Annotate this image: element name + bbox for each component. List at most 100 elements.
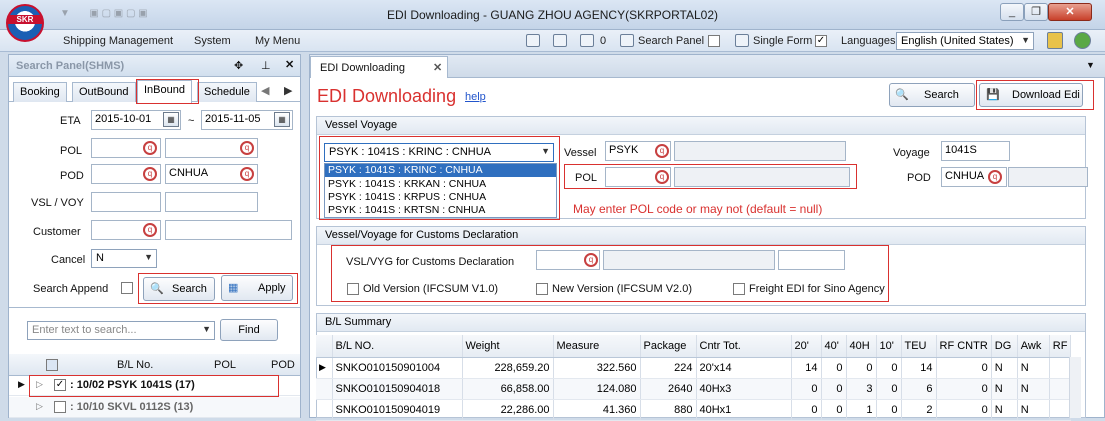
calendar-icon[interactable]: ▦ (274, 112, 290, 127)
search-icon[interactable]: q (655, 144, 669, 158)
table-cell: 224 (640, 357, 697, 379)
lock-icon[interactable] (1047, 32, 1063, 49)
find-button[interactable]: Find (220, 319, 278, 341)
table-cell: 3 (846, 378, 877, 400)
tab-inbound[interactable]: InBound (137, 80, 192, 103)
column-header[interactable]: Awk (1017, 335, 1050, 358)
menu-system[interactable]: System (194, 35, 231, 47)
single-form-checkbox[interactable]: ✓ (815, 35, 827, 47)
menu-my-menu[interactable]: My Menu (255, 35, 300, 47)
close-tab-icon[interactable]: ✕ (433, 61, 442, 74)
table-cell: 40Hx3 (696, 378, 792, 400)
column-header[interactable]: 40' (821, 335, 847, 358)
logo-text: SKR (8, 15, 42, 24)
download-edi-button[interactable]: 💾 Download Edi (979, 83, 1083, 107)
table-row[interactable]: SNKO010150904018 66,858.00 124.080 2640 40Hx… (316, 378, 1072, 400)
select-all-checkbox[interactable] (46, 359, 58, 371)
column-header[interactable]: RF (1049, 335, 1072, 358)
column-header[interactable]: DG (991, 335, 1018, 358)
mail-icon[interactable] (580, 34, 594, 47)
pin-icon[interactable]: ⊥ (261, 59, 271, 72)
new-version-checkbox[interactable] (536, 283, 548, 295)
expand-icon[interactable]: ▷ (36, 379, 43, 390)
tab-scroll-right-icon[interactable]: ▶ (284, 84, 292, 97)
search-panel-icon[interactable] (620, 34, 634, 47)
table-row[interactable]: ▷ : 10/10 SKVL 0112S (13) (9, 397, 300, 418)
left-search-button[interactable]: 🔍 Search (143, 277, 215, 301)
calendar-icon[interactable]: ▦ (163, 112, 179, 127)
search-icon[interactable]: q (988, 170, 1002, 184)
table-row[interactable]: ▶ SNKO010150901004 228,659.20 322.560 224 20'… (316, 357, 1072, 379)
customs-voy-input[interactable] (778, 250, 845, 270)
freight-edi-checkbox[interactable] (733, 283, 745, 295)
language-select[interactable]: English (United States) ▼ (896, 32, 1034, 50)
filter-input[interactable]: Enter text to search... ▼ (27, 321, 215, 340)
customer-name-input[interactable] (165, 220, 292, 240)
column-header[interactable]: RF CNTR (936, 335, 992, 358)
column-header[interactable]: 20' (791, 335, 822, 358)
search-icon[interactable]: q (240, 141, 254, 155)
search-button[interactable]: 🔍 Search (889, 83, 975, 107)
table-cell: 66,858.00 (462, 378, 554, 400)
row-checkbox[interactable] (54, 401, 66, 413)
vsl-input[interactable] (91, 192, 161, 212)
search-icon[interactable]: q (143, 141, 157, 155)
search-icon[interactable]: q (240, 167, 254, 181)
chevron-down-icon: ▼ (144, 252, 153, 262)
table-row[interactable]: ▶ ▷ ✓ : 10/02 PSYK 1041S (17) (9, 376, 300, 396)
vessel-voyage-select[interactable]: PSYK : 1041S : KRINC : CNHUA ▼ (324, 143, 554, 162)
help-link[interactable]: help (465, 91, 486, 103)
column-header[interactable]: Weight (462, 335, 554, 358)
table-cell: 14 (901, 357, 937, 379)
tab-outbound[interactable]: OutBound (72, 82, 136, 102)
search-icon[interactable]: q (655, 170, 669, 184)
search-icon[interactable]: q (143, 167, 157, 181)
restore-button[interactable]: ❐ (1024, 3, 1048, 21)
bl-table-scrollbar[interactable] (1069, 357, 1081, 418)
single-form-icon[interactable] (735, 34, 749, 47)
voyage-input[interactable]: 1041S (941, 141, 1010, 161)
table-cell: 0 (821, 357, 847, 379)
old-version-checkbox[interactable] (347, 283, 359, 295)
column-header[interactable]: B/L NO. (332, 335, 463, 358)
menu-shipping-management[interactable]: Shipping Management (63, 35, 173, 47)
dropdown-option[interactable]: PSYK : 1041S : KRTSN : CNHUA (325, 204, 556, 217)
page-title: EDI Downloading (317, 86, 457, 106)
column-header[interactable]: Measure (553, 335, 641, 358)
apply-button[interactable]: ▦ Apply (221, 275, 293, 301)
tab-list-chevron-icon[interactable]: ▼ (1086, 60, 1095, 70)
column-header[interactable]: Cntr Tot. (696, 335, 792, 358)
languages-label: Languages (841, 35, 896, 47)
group-row-label: : 10/10 SKVL 0112S (13) (70, 401, 194, 413)
print-icon[interactable] (553, 34, 567, 47)
dropdown-option[interactable]: PSYK : 1041S : KRINC : CNHUA (325, 164, 556, 177)
dropdown-option[interactable]: PSYK : 1041S : KRKAN : CNHUA (325, 178, 556, 191)
search-append-checkbox[interactable] (121, 282, 133, 294)
table-row[interactable]: SNKO010150904019 22,286.00 41.360 880 40Hx1 0… (316, 399, 1072, 421)
column-header[interactable]: 40H (846, 335, 877, 358)
minimize-button[interactable]: _ (1000, 3, 1024, 21)
column-header[interactable]: Package (640, 335, 697, 358)
voyage-label: Voyage (893, 147, 930, 159)
expand-icon[interactable]: ▷ (36, 401, 43, 412)
left-search-label: Search (172, 283, 207, 295)
tab-schedule[interactable]: Schedule (197, 82, 257, 102)
search-icon[interactable]: q (584, 253, 598, 267)
calendar-icon[interactable] (526, 34, 540, 47)
column-header[interactable]: 10' (876, 335, 902, 358)
refresh-icon[interactable] (1074, 32, 1091, 49)
cancel-select[interactable]: N ▼ (91, 249, 157, 268)
tab-booking[interactable]: Booking (13, 82, 67, 102)
voy-input[interactable] (165, 192, 258, 212)
tab-scroll-left-icon[interactable]: ◀ (261, 84, 269, 97)
pin-move-icon[interactable]: ✥ (234, 59, 243, 72)
column-header[interactable]: TEU (901, 335, 937, 358)
close-window-button[interactable]: ✕ (1048, 3, 1092, 21)
search-panel-checkbox[interactable] (708, 35, 720, 47)
table-cell (1049, 378, 1072, 400)
dropdown-option[interactable]: PSYK : 1041S : KRPUS : CNHUA (325, 191, 556, 204)
close-panel-icon[interactable]: ✕ (285, 58, 294, 71)
row-checkbox[interactable]: ✓ (54, 379, 66, 391)
search-icon[interactable]: q (143, 223, 157, 237)
tab-edi-downloading[interactable]: EDI Downloading ✕ (310, 56, 448, 78)
